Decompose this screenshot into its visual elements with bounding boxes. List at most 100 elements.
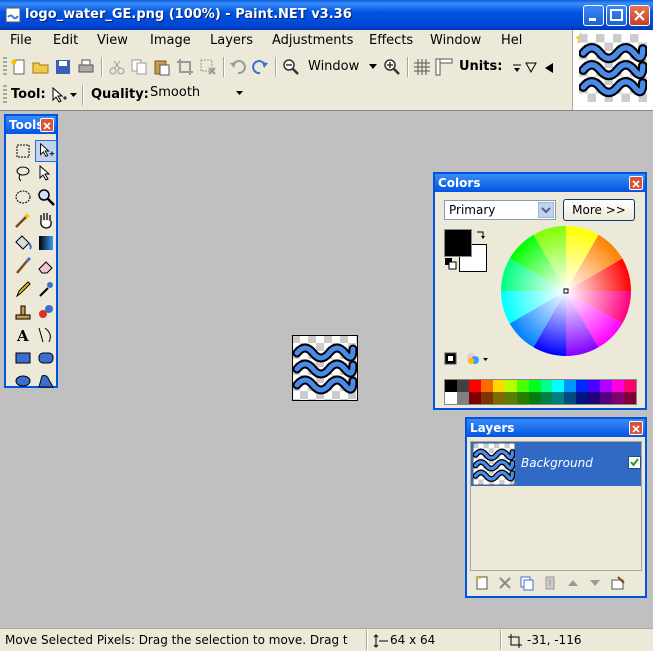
palette-swatch[interactable] (456, 392, 469, 404)
eraser-icon[interactable] (35, 255, 57, 277)
paste-icon[interactable] (153, 58, 171, 76)
gradient-icon[interactable] (35, 232, 57, 254)
open-icon[interactable] (32, 58, 50, 76)
move-selected-pixels-tool-icon[interactable] (35, 140, 57, 162)
palette-menu-icon[interactable] (465, 351, 489, 367)
maximize-button[interactable] (606, 5, 627, 26)
palette-swatch[interactable] (564, 380, 577, 392)
text-icon[interactable]: A (12, 324, 34, 346)
palette-swatch[interactable] (516, 392, 529, 404)
save-icon[interactable] (54, 58, 72, 76)
palette-swatch[interactable] (600, 380, 613, 392)
palette-swatch[interactable] (624, 392, 636, 404)
palette-swatch[interactable] (540, 380, 553, 392)
palette-swatch[interactable] (600, 392, 613, 404)
palette-swatch[interactable] (624, 380, 636, 392)
magic-wand-icon[interactable] (12, 209, 34, 231)
copy-icon[interactable] (130, 58, 148, 76)
palette-swatch[interactable] (612, 392, 625, 404)
swap-colors-icon[interactable] (475, 229, 487, 241)
add-layer-icon[interactable] (474, 575, 490, 591)
menu-help[interactable]: Hel (501, 33, 522, 48)
palette-swatch[interactable] (480, 380, 493, 392)
new-icon[interactable] (10, 58, 28, 76)
duplicate-layer-icon[interactable] (519, 575, 535, 591)
clone-stamp-icon[interactable] (12, 301, 34, 323)
menu-edit[interactable]: Edit (53, 33, 78, 48)
recolor-icon[interactable] (35, 301, 57, 323)
collapse-arrow-icon[interactable] (543, 62, 555, 74)
color-picker-icon[interactable] (35, 278, 57, 300)
delete-layer-icon[interactable] (497, 575, 513, 591)
print-icon[interactable] (77, 58, 95, 76)
tools-window[interactable]: Tools A (4, 114, 58, 388)
quality-dropdown[interactable]: Smooth (146, 84, 246, 104)
palette-swatch[interactable] (468, 380, 481, 392)
layers-window[interactable]: Layers Background (465, 417, 647, 598)
palette-swatch[interactable] (612, 380, 625, 392)
menu-view[interactable]: View (97, 33, 128, 48)
palette-swatch[interactable] (552, 392, 565, 404)
move-selection-icon[interactable] (35, 163, 57, 185)
grid-icon[interactable] (413, 58, 431, 76)
palette-swatch[interactable] (445, 380, 457, 392)
menu-effects[interactable]: Effects (369, 33, 413, 48)
palette-swatch[interactable] (516, 380, 529, 392)
pan-hand-icon[interactable] (35, 209, 57, 231)
palette-swatch[interactable] (528, 392, 541, 404)
palette-swatch[interactable] (588, 380, 601, 392)
color-palette[interactable] (444, 379, 637, 405)
reset-colors-icon[interactable] (444, 257, 457, 270)
rulers-icon[interactable] (435, 58, 453, 76)
move-layer-down-icon[interactable] (587, 575, 603, 591)
layers-window-titlebar[interactable]: Layers (467, 419, 645, 437)
image-canvas[interactable] (292, 335, 358, 401)
palette-swatch[interactable] (576, 392, 589, 404)
layer-visibility-checkbox[interactable] (628, 456, 641, 469)
palette-swatch[interactable] (492, 380, 505, 392)
primary-color-swatch[interactable] (444, 229, 472, 257)
layers-close-button[interactable] (629, 421, 643, 435)
rectangle-icon[interactable] (12, 347, 34, 369)
paintbrush-icon[interactable] (12, 255, 34, 277)
palette-swatch[interactable] (492, 392, 505, 404)
palette-swatch[interactable] (468, 392, 481, 404)
line-curve-icon[interactable] (35, 324, 57, 346)
palette-swatch[interactable] (528, 380, 541, 392)
zoom-tool-icon[interactable] (35, 186, 57, 208)
paint-bucket-icon[interactable] (12, 232, 34, 254)
crop-icon[interactable] (176, 58, 194, 76)
color-mode-dropdown[interactable]: Primary (444, 200, 556, 220)
more-colors-button[interactable]: More >> (563, 199, 635, 221)
rectangle-select-icon[interactable] (12, 140, 34, 162)
zoom-out-icon[interactable] (282, 58, 300, 76)
toolbar-grip[interactable] (3, 57, 7, 77)
tools-window-titlebar[interactable]: Tools (6, 116, 56, 134)
color-wheel[interactable] (501, 226, 631, 356)
cut-icon[interactable] (108, 58, 126, 76)
menu-adjustments[interactable]: Adjustments (272, 33, 353, 48)
pencil-icon[interactable] (12, 278, 34, 300)
tools-close-button[interactable] (40, 118, 54, 132)
image-thumbnail[interactable] (579, 34, 647, 102)
palette-swatch[interactable] (480, 392, 493, 404)
move-selected-pixels-icon[interactable] (50, 86, 68, 104)
palette-swatch[interactable] (504, 380, 517, 392)
freeform-shape-icon[interactable] (35, 370, 57, 392)
minimize-button[interactable] (583, 5, 604, 26)
menu-file[interactable]: File (10, 33, 32, 48)
palette-swatch[interactable] (588, 392, 601, 404)
close-button[interactable] (629, 5, 650, 26)
colors-window-titlebar[interactable]: Colors (435, 174, 645, 192)
palette-swatch[interactable] (456, 380, 469, 392)
palette-swatch[interactable] (540, 392, 553, 404)
rounded-rectangle-icon[interactable] (35, 347, 57, 369)
palette-swatch[interactable] (564, 392, 577, 404)
move-layer-up-icon[interactable] (565, 575, 581, 591)
layer-row[interactable]: Background (471, 442, 641, 486)
merge-layer-down-icon[interactable] (542, 575, 558, 591)
palette-swatch[interactable] (552, 380, 565, 392)
zoom-value[interactable]: Window (308, 59, 359, 74)
redo-icon[interactable] (251, 58, 269, 76)
palette-swatch[interactable] (576, 380, 589, 392)
